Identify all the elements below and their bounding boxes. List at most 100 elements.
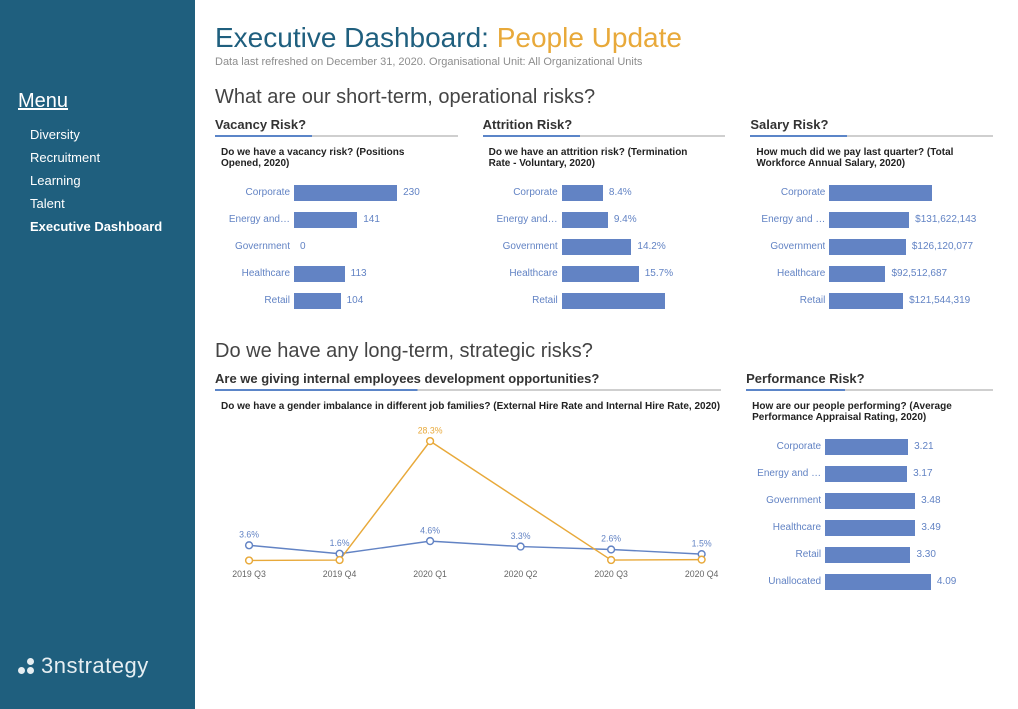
bar-row: Government$126,120,077 [750,235,993,258]
bar-category: Retail [483,295,558,306]
bar [825,466,907,482]
card-salary: Salary Risk? How much did we pay last qu… [750,117,993,316]
bar-category: Retail [750,295,825,306]
svg-text:1.5%: 1.5% [692,538,712,548]
bar-row: Energy and …3.17 [746,462,993,485]
bar-value: 4.09 [937,576,956,587]
bar-row: Retail 3.30 [746,543,993,566]
logo-text: 3nstrategy [41,653,149,679]
bar-row: Retail104 [215,289,458,312]
card-vacancy: Vacancy Risk? Do we have a vacancy risk?… [215,117,458,316]
bar-value: 141 [363,214,380,225]
bar-category: Unallocated [746,576,821,587]
bar [825,439,908,455]
chart-question-vacancy: Do we have a vacancy risk? (Positions Op… [221,147,431,169]
card-development: Are we giving internal employees develop… [215,371,721,597]
card-title-salary: Salary Risk? [750,117,993,135]
logo-icon [18,658,35,675]
sidebar-item-learning[interactable]: Learning [18,169,177,192]
bar-value: 3.49 [921,522,940,533]
bar-category: Healthcare [215,268,290,279]
bar [562,212,608,228]
sidebar-item-diversity[interactable]: Diversity [18,123,177,146]
bar-category: Retail [746,549,821,560]
bar-category: Corporate [750,187,825,198]
bar-row: Government14.2% [483,235,726,258]
bar-value: $92,512,687 [891,268,947,279]
menu-heading: Menu [18,90,177,113]
bar-value: $121,544,319 [909,295,970,306]
bar-row: Corporate230 [215,181,458,204]
bar-category: Government [215,241,290,252]
sidebar: Menu Diversity Recruitment Learning Tale… [0,0,195,709]
chart-performance: Corporate 3.21 Energy and …3.17 Government3… [746,435,993,593]
bar [294,185,397,201]
bar-category: Healthcare [750,268,825,279]
svg-text:2020 Q3: 2020 Q3 [594,569,628,579]
svg-text:4.6%: 4.6% [420,525,440,535]
card-title-vacancy: Vacancy Risk? [215,117,458,135]
bar-value: 15.7% [645,268,673,279]
card-title-performance: Performance Risk? [746,371,993,389]
bar [562,239,632,255]
svg-text:2020 Q4: 2020 Q4 [685,569,719,579]
bar [825,547,910,563]
bar [294,212,357,228]
bar [829,293,903,309]
page-subtitle: Data last refreshed on December 31, 2020… [215,56,993,68]
bar-value: 3.21 [914,441,933,452]
bar-value: 0 [300,241,306,252]
bar-value: 14.2% [637,241,665,252]
title-prefix: Executive Dashboard: [215,22,497,53]
card-title-development: Are we giving internal employees develop… [215,371,721,389]
bar [562,185,603,201]
bar-row: Corporate8.4% [483,181,726,204]
svg-text:2020 Q2: 2020 Q2 [504,569,538,579]
sidebar-item-executive-dashboard[interactable]: Executive Dashboard [18,215,177,238]
sidebar-item-talent[interactable]: Talent [18,192,177,215]
bar-value: 3.30 [916,549,935,560]
bar [825,574,931,590]
chart-question-attrition: Do we have an attrition risk? (Terminati… [489,147,699,169]
chart-attrition: Corporate8.4% Energy and…9.4% Government14… [483,181,726,312]
bar-value: $126,120,077 [912,241,973,252]
svg-text:2020 Q1: 2020 Q1 [413,569,447,579]
svg-text:3.3%: 3.3% [511,531,531,541]
bar-row: Healthcare 15.7% [483,262,726,285]
bar-value: 3.17 [913,468,932,479]
sidebar-item-recruitment[interactable]: Recruitment [18,146,177,169]
bar-value: 8.4% [609,187,632,198]
bar-value: $131,622,143 [915,214,976,225]
chart-question-salary: How much did we pay last quarter? (Total… [756,147,966,169]
bar-row: Healthcare 113 [215,262,458,285]
bar-row: Government3.48 [746,489,993,512]
bar [294,293,341,309]
bar [562,293,665,309]
card-performance: Performance Risk? How are our people per… [746,371,993,597]
logo: 3nstrategy [18,653,149,679]
bar [562,266,639,282]
svg-text:1.6%: 1.6% [330,538,350,548]
bar-value: 230 [403,187,420,198]
bar-row: Energy and… 141 [215,208,458,231]
svg-text:3.6%: 3.6% [239,529,259,539]
bar-category: Energy and… [215,214,290,225]
bar-row: Corporate 3.21 [746,435,993,458]
bar-row: Corporate [750,181,993,204]
bar-category: Corporate [746,441,821,452]
bar-category: Healthcare [483,268,558,279]
bar [829,212,909,228]
bar [829,239,905,255]
chart-hire-rate: 3.6%1.6%4.6%3.3%2.6%1.5%28.3%2019 Q32019… [215,422,721,587]
section2-question: Do we have any long-term, strategic risk… [215,340,993,363]
section1-question: What are our short-term, operational ris… [215,86,993,109]
bar-row: Energy and…9.4% [483,208,726,231]
main: Executive Dashboard: People Update Data … [195,0,1018,709]
bar-value: 113 [351,268,367,279]
bar-row: Healthcare $92,512,687 [750,262,993,285]
chart-salary: Corporate Energy and … $131,622,143 Governm… [750,181,993,312]
bar-category: Energy and … [750,214,825,225]
page-title: Executive Dashboard: People Update [215,22,993,54]
svg-text:2.6%: 2.6% [601,534,621,544]
card-attrition: Attrition Risk? Do we have an attrition … [483,117,726,316]
